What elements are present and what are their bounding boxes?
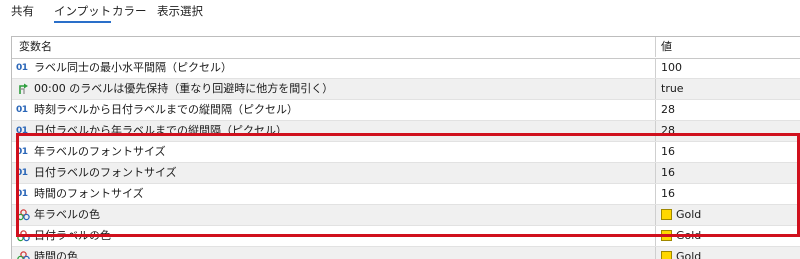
row-value-cell[interactable]: Gold [656,205,800,225]
row-name-cell: 日付ラベルの色 [12,226,656,246]
row-name-cell: 00:00 のラベルは優先保持（重なり回避時に他方を間引く） [12,79,656,99]
tab-input[interactable]: インプット [54,3,112,23]
row-value-cell[interactable]: 16 [656,142,800,162]
table-row[interactable]: 00:00 のラベルは優先保持（重なり回避時に他方を間引く） true [12,79,800,100]
parameters-table: 変数名 値 01 ラベル同士の最小水平間隔（ピクセル） 100 00:00 のラ… [11,36,800,259]
column-header-name[interactable]: 変数名 [19,37,52,57]
boolean-arrow-icon [16,79,32,99]
table-row[interactable]: 01 時刻ラベルから日付ラベルまでの縦間隔（ピクセル） 28 [12,100,800,121]
row-name: 時間のフォントサイズ [34,187,144,200]
row-value-cell[interactable]: true [656,79,800,99]
row-name: 日付ラベルのフォントサイズ [34,166,177,179]
row-name-cell: 01 年ラベルのフォントサイズ [12,142,656,162]
row-name: ラベル同士の最小水平間隔（ピクセル） [34,61,232,74]
row-value-cell[interactable]: Gold [656,226,800,246]
row-value[interactable]: Gold [676,247,701,259]
table-header: 変数名 値 [12,37,800,59]
table-row[interactable]: 01 時間のフォントサイズ 16 [12,184,800,205]
row-value[interactable]: 28 [661,100,675,120]
row-name: 時間の色 [34,250,78,259]
color-swatch[interactable] [661,230,672,241]
row-name: 時刻ラベルから日付ラベルまでの縦間隔（ピクセル） [34,103,298,116]
integer-type-icon: 01 [16,105,28,115]
row-name-cell: 01 時間のフォントサイズ [12,184,656,204]
row-value-cell[interactable]: 16 [656,163,800,183]
color-swatch[interactable] [661,209,672,220]
table-row[interactable]: 01 日付ラベルから年ラベルまでの縦間隔（ピクセル） 28 [12,121,800,142]
tab-bar: 共有 インプット カラー 表示選択 [0,0,800,26]
row-name-cell: 01 日付ラベルのフォントサイズ [12,163,656,183]
row-name-cell: 年ラベルの色 [12,205,656,225]
table-row[interactable]: 01 年ラベルのフォントサイズ 16 [12,142,800,163]
row-value-cell[interactable]: 100 [656,58,800,78]
row-value[interactable]: true [661,79,684,99]
row-name-cell: 時間の色 [12,247,656,259]
integer-type-icon: 01 [16,126,28,136]
integer-type-icon: 01 [16,168,28,178]
tab-share[interactable]: 共有 [11,3,34,21]
row-value[interactable]: Gold [676,226,701,246]
color-palette-icon [16,226,32,246]
row-value[interactable]: Gold [676,205,701,225]
integer-type-icon: 01 [16,147,28,157]
table-row[interactable]: 01 日付ラベルのフォントサイズ 16 [12,163,800,184]
row-name: 日付ラベルの色 [34,229,111,242]
row-value[interactable]: 28 [661,121,675,141]
color-palette-icon [16,247,32,259]
column-header-value[interactable]: 値 [661,37,672,57]
integer-type-icon: 01 [16,63,28,73]
row-value[interactable]: 16 [661,184,675,204]
table-row[interactable]: 01 ラベル同士の最小水平間隔（ピクセル） 100 [12,58,800,79]
row-name: 年ラベルの色 [34,208,100,221]
tab-color[interactable]: カラー [112,3,147,21]
row-name-cell: 01 ラベル同士の最小水平間隔（ピクセル） [12,58,656,78]
tab-display-selection[interactable]: 表示選択 [157,3,203,21]
row-value-cell[interactable]: 16 [656,184,800,204]
integer-type-icon: 01 [16,189,28,199]
table-row[interactable]: 年ラベルの色 Gold [12,205,800,226]
row-value-cell[interactable]: 28 [656,121,800,141]
color-palette-icon [16,205,32,225]
table-row[interactable]: 日付ラベルの色 Gold [12,226,800,247]
column-header-name-cell: 変数名 [12,37,656,57]
row-name: 00:00 のラベルは優先保持（重なり回避時に他方を間引く） [34,82,334,95]
column-header-value-cell: 値 [656,37,800,57]
row-name: 日付ラベルから年ラベルまでの縦間隔（ピクセル） [34,124,287,137]
row-value-cell[interactable]: Gold [656,247,800,259]
table-row[interactable]: 時間の色 Gold [12,247,800,259]
row-name-cell: 01 時刻ラベルから日付ラベルまでの縦間隔（ピクセル） [12,100,656,120]
row-value[interactable]: 16 [661,163,675,183]
row-value[interactable]: 16 [661,142,675,162]
row-name: 年ラベルのフォントサイズ [34,145,166,158]
row-name-cell: 01 日付ラベルから年ラベルまでの縦間隔（ピクセル） [12,121,656,141]
row-value-cell[interactable]: 28 [656,100,800,120]
row-value[interactable]: 100 [661,58,682,78]
